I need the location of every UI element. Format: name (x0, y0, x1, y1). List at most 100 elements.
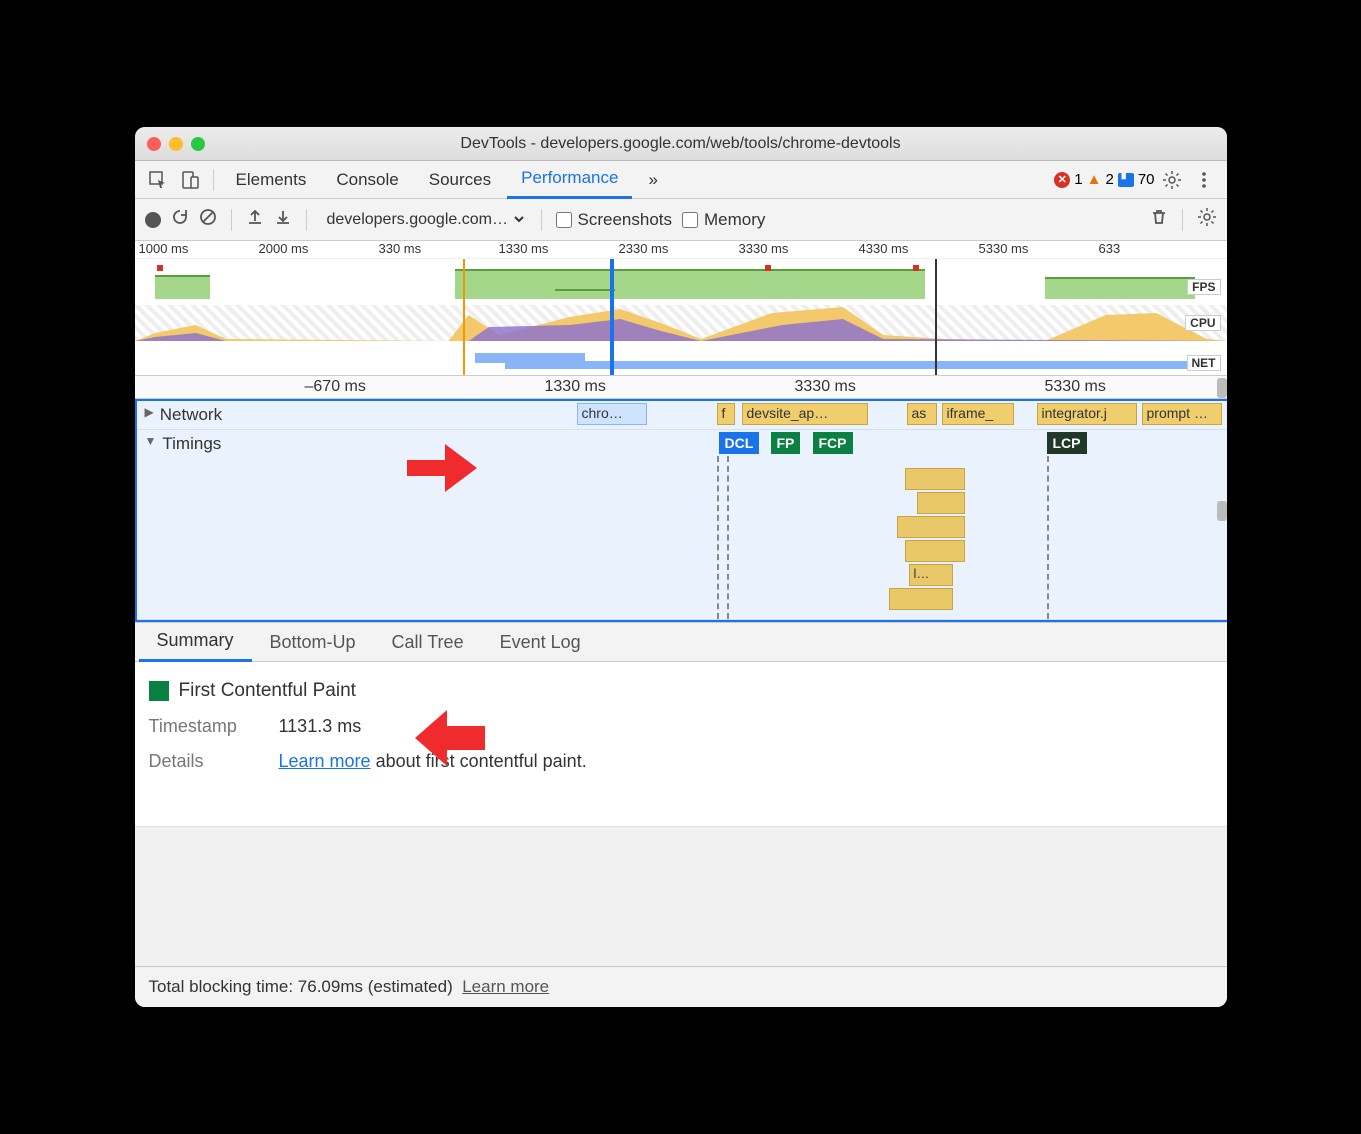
separator (213, 169, 214, 191)
summary-tabbar: Summary Bottom-Up Call Tree Event Log (135, 622, 1227, 662)
summary-panel: First Contentful Paint Timestamp 1131.3 … (135, 662, 1227, 826)
timing-vline (717, 456, 719, 619)
timings-track-body[interactable]: DCL FP FCP LCP l… (257, 430, 1227, 619)
stab-event-log[interactable]: Event Log (482, 622, 599, 662)
event-title: First Contentful Paint (179, 680, 356, 702)
empty-area (135, 826, 1227, 966)
network-request[interactable]: chro… (577, 403, 647, 425)
timing-dcl[interactable]: DCL (719, 432, 760, 454)
upload-icon[interactable] (246, 208, 264, 231)
overview-body[interactable]: FPS CPU NET (135, 259, 1227, 375)
separator (541, 209, 542, 231)
expand-icon[interactable]: ▶ (145, 405, 154, 419)
blocking-time-value: 76.09ms (estimated) (298, 977, 453, 996)
ruler-tick: 2330 ms (615, 241, 735, 258)
messages-badge-icon: ▘ (1118, 173, 1134, 187)
longtask-block[interactable] (905, 468, 965, 490)
reload-icon[interactable] (171, 208, 189, 231)
minimize-icon[interactable] (169, 137, 183, 151)
event-color-swatch (149, 681, 169, 701)
detail-ruler[interactable]: –670 ms 1330 ms 3330 ms 5330 ms (135, 375, 1227, 399)
blocking-time-prefix: Total blocking time: (149, 977, 298, 996)
close-icon[interactable] (147, 137, 161, 151)
tab-performance[interactable]: Performance (507, 161, 632, 199)
stab-call-tree[interactable]: Call Tree (374, 622, 482, 662)
timestamp-value: 1131.3 ms (279, 716, 362, 737)
footer-bar: Total blocking time: 76.09ms (estimated)… (135, 966, 1227, 1007)
inspect-icon[interactable] (143, 165, 173, 195)
clear-icon[interactable] (199, 208, 217, 231)
longtask-block[interactable] (889, 588, 953, 610)
capture-settings-icon[interactable] (1197, 207, 1217, 232)
ruler-tick: –670 ms (305, 378, 366, 396)
tab-sources[interactable]: Sources (415, 161, 505, 199)
devtools-window: DevTools - developers.google.com/web/too… (135, 127, 1227, 1007)
record-button[interactable] (145, 212, 161, 228)
memory-input[interactable] (682, 212, 698, 228)
collapse-icon[interactable]: ▼ (145, 434, 157, 448)
network-request[interactable]: f (717, 403, 735, 425)
overview-panel[interactable]: 1000 ms 2000 ms 330 ms 1330 ms 2330 ms 3… (135, 241, 1227, 375)
track-label-text: Network (160, 405, 222, 425)
timing-fcp[interactable]: FCP (813, 432, 853, 454)
network-track[interactable]: ▶ Network chro… f devsite_ap… as iframe_… (137, 401, 1227, 430)
fps-lane (135, 263, 1227, 299)
annotation-arrow-icon (407, 436, 477, 492)
snapshot-select[interactable]: developers.google.com… (321, 208, 527, 231)
stab-bottom-up[interactable]: Bottom-Up (252, 622, 374, 662)
screenshots-input[interactable] (556, 212, 572, 228)
separator (231, 209, 232, 231)
scrollbar-thumb[interactable] (1217, 501, 1227, 521)
network-request[interactable]: as (907, 403, 937, 425)
error-badge-icon: ✕ (1054, 172, 1070, 188)
titlebar: DevTools - developers.google.com/web/too… (135, 127, 1227, 161)
window-title: DevTools - developers.google.com/web/too… (147, 135, 1215, 153)
ruler-tick: 1000 ms (135, 241, 255, 258)
stab-summary[interactable]: Summary (139, 622, 252, 662)
timing-lcp[interactable]: LCP (1047, 432, 1087, 454)
longtask-block[interactable] (905, 540, 965, 562)
timing-fp[interactable]: FP (771, 432, 801, 454)
network-request[interactable]: prompt … (1142, 403, 1222, 425)
perf-toolbar: developers.google.com… Screenshots Memor… (135, 199, 1227, 241)
traffic-lights (147, 137, 205, 151)
ruler-tick: 3330 ms (795, 378, 856, 396)
longtask-block[interactable] (917, 492, 965, 514)
longtask-block[interactable] (897, 516, 965, 538)
footer-learn-more-link[interactable]: Learn more (462, 977, 549, 996)
tab-console[interactable]: Console (322, 161, 412, 199)
ruler-tick: 5330 ms (1045, 378, 1106, 396)
network-request[interactable]: devsite_ap… (742, 403, 868, 425)
network-request[interactable]: integrator.j (1037, 403, 1137, 425)
ruler-tick: 4330 ms (855, 241, 975, 258)
status-icons[interactable]: ✕ 1 ▲ 2 ▘ 70 (1054, 171, 1154, 188)
flame-chart[interactable]: ▶ Network chro… f devsite_ap… as iframe_… (135, 399, 1227, 622)
track-label-text: Timings (162, 434, 221, 454)
timings-track[interactable]: ▼ Timings DCL FP FCP LCP l… (137, 430, 1227, 620)
tab-elements[interactable]: Elements (222, 161, 321, 199)
maximize-icon[interactable] (191, 137, 205, 151)
ruler-tick: 3330 ms (735, 241, 855, 258)
download-icon[interactable] (274, 208, 292, 231)
cpu-lane (135, 305, 1227, 341)
main-tabbar: Elements Console Sources Performance » ✕… (135, 161, 1227, 199)
network-request[interactable]: iframe_ (942, 403, 1014, 425)
overview-ruler: 1000 ms 2000 ms 330 ms 1330 ms 2330 ms 3… (135, 241, 1227, 259)
memory-checkbox[interactable]: Memory (682, 210, 765, 230)
kebab-menu-icon[interactable] (1189, 165, 1219, 195)
network-track-label[interactable]: ▶ Network (137, 401, 257, 429)
message-count: 70 (1138, 171, 1155, 188)
device-icon[interactable] (175, 165, 205, 195)
longtask-block[interactable]: l… (909, 564, 953, 586)
learn-more-link[interactable]: Learn more (279, 751, 371, 771)
net-label: NET (1187, 355, 1221, 371)
scrollbar-thumb[interactable] (1217, 378, 1227, 398)
screenshots-checkbox[interactable]: Screenshots (556, 210, 673, 230)
ruler-tick: 1330 ms (495, 241, 615, 258)
trash-icon[interactable] (1150, 208, 1168, 231)
ruler-tick: 2000 ms (255, 241, 375, 258)
settings-icon[interactable] (1157, 165, 1187, 195)
timings-track-label[interactable]: ▼ Timings (137, 430, 257, 619)
network-track-body[interactable]: chro… f devsite_ap… as iframe_ integrato… (257, 401, 1227, 429)
tabs-overflow[interactable]: » (634, 161, 671, 199)
